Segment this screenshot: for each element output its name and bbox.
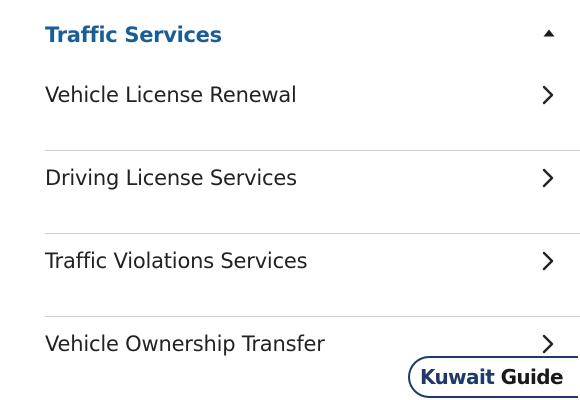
menu-item-label: Traffic Violations Services bbox=[45, 249, 308, 273]
menu-item-label: Driving License Services bbox=[45, 166, 297, 190]
kuwait-guide-watermark: Kuwait Guide bbox=[408, 356, 578, 398]
menu-item-label: Vehicle License Renewal bbox=[45, 83, 297, 107]
watermark-word-kuwait: Kuwait bbox=[420, 365, 495, 389]
chevron-right-icon bbox=[542, 251, 554, 271]
chevron-right-icon bbox=[542, 334, 554, 354]
section-header-traffic-services[interactable]: Traffic Services bbox=[0, 0, 580, 68]
caret-up-icon[interactable] bbox=[543, 29, 555, 37]
watermark-logo-text: Kuwait Guide bbox=[420, 365, 564, 389]
chevron-right-icon bbox=[542, 168, 554, 188]
menu-item-traffic-violations-services[interactable]: Traffic Violations Services bbox=[0, 234, 580, 317]
menu-item-vehicle-license-renewal[interactable]: Vehicle License Renewal bbox=[0, 68, 580, 151]
menu-item-driving-license-services[interactable]: Driving License Services bbox=[0, 151, 580, 234]
menu-item-label: Vehicle Ownership Transfer bbox=[45, 332, 325, 356]
watermark-word-guide: Guide bbox=[500, 365, 564, 389]
section-title: Traffic Services bbox=[45, 23, 222, 47]
chevron-right-icon bbox=[542, 85, 554, 105]
traffic-services-panel: Traffic Services Vehicle License Renewal… bbox=[0, 0, 580, 400]
